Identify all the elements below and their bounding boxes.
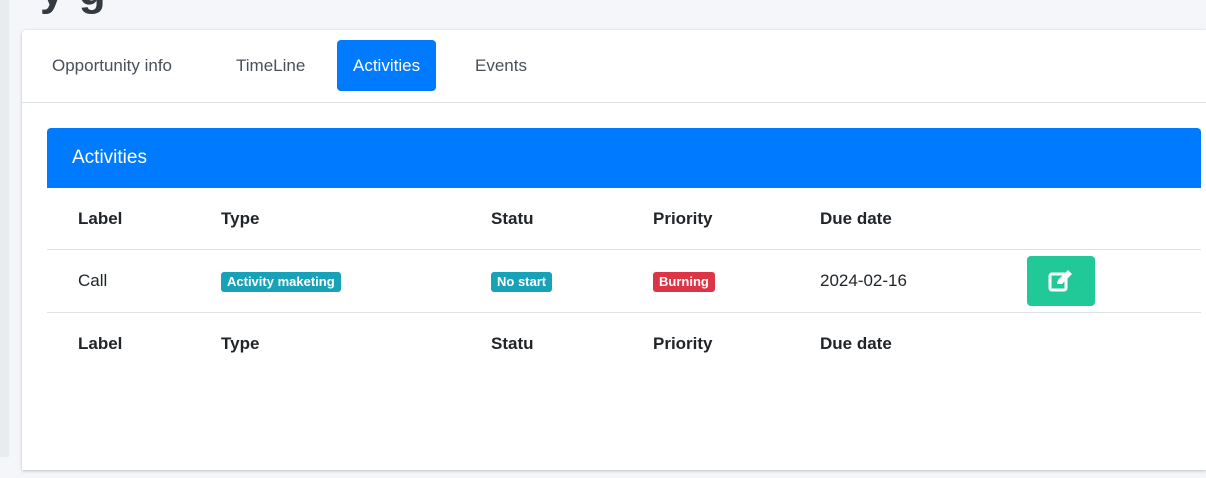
column-footer-due-date: Due date <box>820 334 892 353</box>
column-header-due-date: Due date <box>820 208 892 228</box>
tab-bar: Opportunity info TimeLine Activities Eve… <box>22 30 1206 103</box>
tab-timeline[interactable]: TimeLine <box>220 40 321 91</box>
column-footer-priority: Priority <box>653 334 713 353</box>
opportunity-card: Opportunity info TimeLine Activities Eve… <box>22 30 1206 470</box>
tab-opportunity-info[interactable]: Opportunity info <box>36 40 188 91</box>
cell-due-date: 2024-02-16 <box>820 249 1027 313</box>
column-header-status: Statu <box>491 208 534 228</box>
activities-panel: Activities Label Type Statu Priority Due… <box>47 128 1201 478</box>
tab-events[interactable]: Events <box>459 40 543 91</box>
status-badge: No start <box>491 271 553 292</box>
column-header-actions <box>1027 188 1201 250</box>
table-footer-row: Label Type Statu Priority Due date <box>47 313 1201 376</box>
column-footer-type: Type <box>221 334 260 353</box>
activities-panel-title: Activities <box>72 147 147 168</box>
column-footer-label: Label <box>78 334 123 353</box>
cell-label: Call <box>47 249 221 313</box>
cell-actions <box>1027 249 1201 313</box>
column-footer-status: Statu <box>491 334 534 353</box>
edit-icon <box>1048 270 1072 292</box>
activities-panel-header: Activities <box>47 128 1201 188</box>
activities-table: Label Type Statu Priority Due date Call … <box>47 188 1201 375</box>
table-row: Call Activity maketing No start Burning … <box>47 249 1201 313</box>
cell-priority: Burning <box>653 249 820 313</box>
column-footer-actions <box>1027 313 1201 376</box>
column-header-label: Label <box>78 208 123 228</box>
page-title: y g <box>40 0 107 16</box>
cell-status: No start <box>491 249 653 313</box>
edit-button[interactable] <box>1027 256 1095 306</box>
priority-badge: Burning <box>653 271 715 292</box>
sidebar-edge <box>0 0 9 457</box>
cell-type: Activity maketing <box>221 249 491 313</box>
table-header-row: Label Type Statu Priority Due date <box>47 188 1201 250</box>
type-badge: Activity maketing <box>221 271 341 292</box>
tab-activities[interactable]: Activities <box>337 40 437 91</box>
column-header-priority: Priority <box>653 208 713 228</box>
column-header-type: Type <box>221 208 260 228</box>
